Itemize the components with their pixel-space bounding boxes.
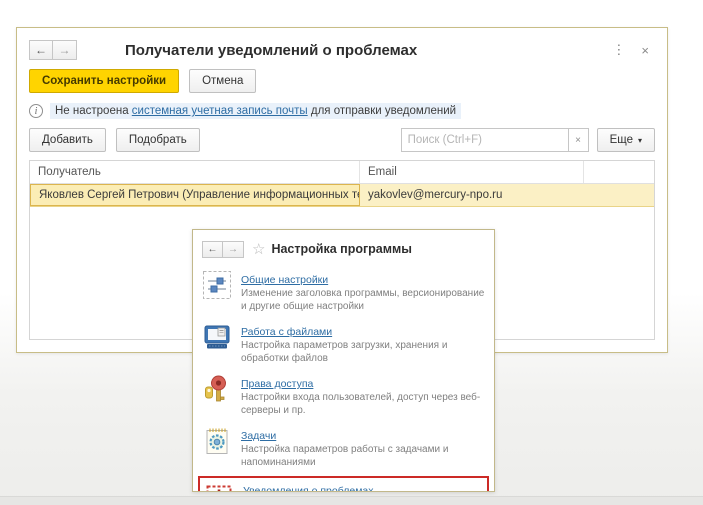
table-header: Получатель Email (30, 161, 654, 184)
tasks-icon (202, 426, 232, 456)
window-header: ← → Получатели уведомлений о проблемах ⋮… (29, 36, 655, 64)
settings-dialog: ← → ☆ Настройка программы Общие настройк… (192, 229, 495, 492)
search-group: × (400, 128, 589, 152)
tasks-link[interactable]: Задачи (241, 430, 276, 442)
access-rights-link[interactable]: Права доступа (241, 378, 313, 390)
save-settings-button[interactable]: Сохранить настройки (29, 69, 180, 93)
add-button[interactable]: Добавить (29, 128, 106, 152)
access-rights-desc: Настройки входа пользователей, доступ че… (241, 392, 481, 416)
search-input[interactable] (400, 128, 569, 152)
keys-icon (202, 374, 232, 404)
info-suffix: для отправки уведомлений (307, 105, 457, 117)
files-desc: Настройка параметров загрузки, хранения … (241, 340, 448, 364)
dialog-back-button[interactable]: ← (202, 240, 223, 258)
general-settings-desc: Изменение заголовка программы, версионир… (241, 288, 485, 312)
page-bottom-band (0, 496, 703, 505)
cell-recipient[interactable]: Яковлев Сергей Петрович (Управление инфо… (30, 184, 360, 206)
close-icon[interactable]: × (635, 43, 655, 58)
kebab-menu-icon[interactable]: ⋮ (602, 42, 635, 58)
dialog-title: Настройка программы (271, 242, 412, 256)
dialog-forward-button[interactable]: → (223, 240, 244, 258)
page-title: Получатели уведомлений о проблемах (125, 41, 418, 59)
back-button[interactable]: ← (29, 40, 53, 60)
settings-item-files: Работа с файлами Настройка параметров за… (202, 322, 485, 365)
chevron-down-icon: ▾ (637, 135, 642, 145)
sliders-icon (202, 270, 232, 300)
toolbar: Добавить Подобрать × Еще ▾ (29, 128, 655, 152)
action-row: Сохранить настройки Отмена (29, 69, 655, 93)
info-prefix: Не настроена (55, 105, 132, 117)
info-banner: i Не настроена системная учетная запись … (29, 102, 655, 120)
info-icon: i (29, 104, 43, 118)
more-label: Еще (609, 134, 633, 146)
monitor-icon (202, 322, 232, 352)
settings-item-access: Права доступа Настройки входа пользовате… (202, 374, 485, 417)
forward-button[interactable]: → (53, 40, 77, 60)
column-header-recipient[interactable]: Получатель (30, 161, 360, 183)
cell-extra[interactable] (584, 184, 654, 206)
alert-bubble-icon (204, 481, 234, 491)
more-button[interactable]: Еще ▾ (596, 128, 655, 152)
table-row[interactable]: Яковлев Сергей Петрович (Управление инфо… (30, 184, 654, 207)
settings-item-general: Общие настройки Изменение заголовка прог… (202, 270, 485, 313)
files-link[interactable]: Работа с файлами (241, 326, 332, 338)
settings-item-tasks: Задачи Настройка параметров работы с зад… (202, 426, 485, 469)
info-message: Не настроена системная учетная запись по… (50, 103, 462, 119)
favorite-star-icon[interactable]: ☆ (252, 240, 265, 258)
problem-notifications-link[interactable]: Уведомления о проблемах (243, 485, 374, 491)
dialog-header: ← → ☆ Настройка программы (202, 237, 485, 261)
general-settings-link[interactable]: Общие настройки (241, 274, 328, 286)
search-clear-icon[interactable]: × (568, 128, 589, 152)
mail-account-link[interactable]: системная учетная запись почты (132, 105, 308, 117)
cell-email[interactable]: yakovlev@mercury-npo.ru (360, 184, 584, 206)
settings-item-notifications: Уведомления о проблемах Настройка получа… (204, 481, 483, 491)
column-header-email[interactable]: Email (360, 161, 584, 183)
pick-button[interactable]: Подобрать (115, 128, 200, 152)
highlight-frame: Уведомления о проблемах Настройка получа… (198, 476, 489, 491)
cancel-button[interactable]: Отмена (189, 69, 257, 93)
tasks-desc: Настройка параметров работы с задачами и… (241, 444, 449, 468)
